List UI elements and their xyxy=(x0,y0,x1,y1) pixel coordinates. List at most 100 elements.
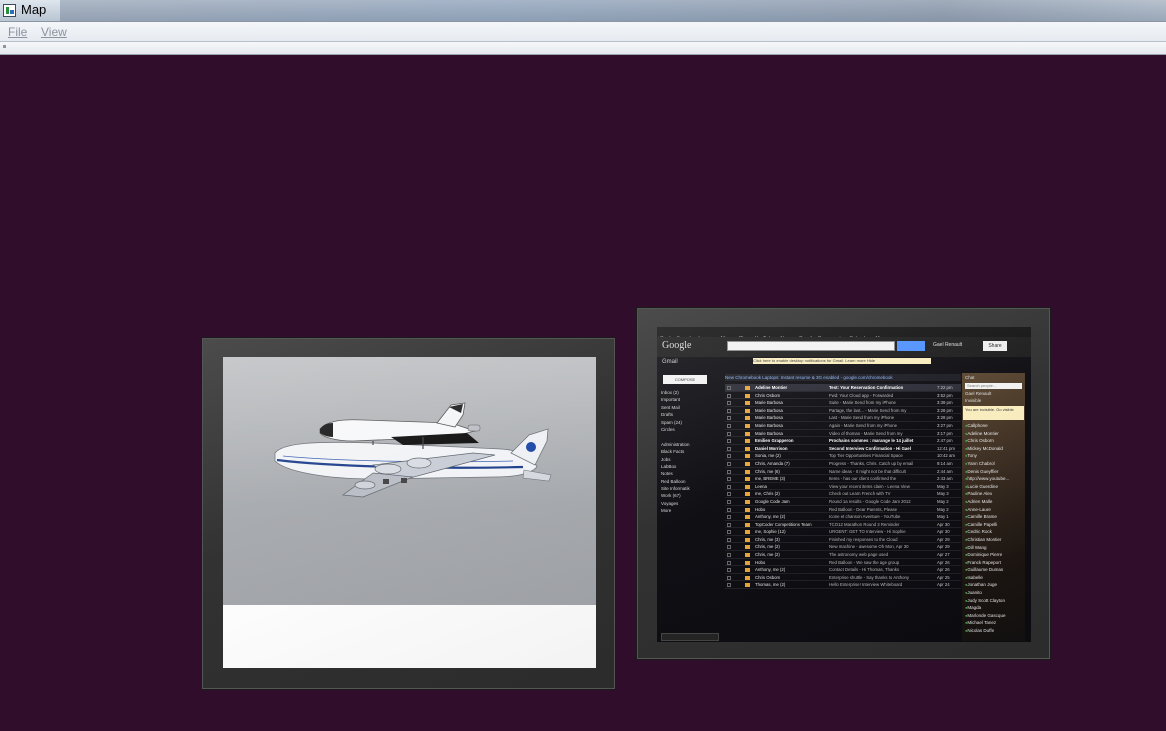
message-date: 3:39 pm xyxy=(937,400,953,406)
checkbox-icon xyxy=(727,545,731,550)
message-subject: Hello Enterprise! Interview Whiteboard xyxy=(829,582,903,588)
label-icon xyxy=(745,583,750,588)
message-date: May 2 xyxy=(937,498,949,504)
label-icon xyxy=(745,537,750,542)
checkbox-icon xyxy=(727,568,731,573)
message-subject: Suite - Marie Send from my iPhone xyxy=(829,400,896,406)
gmail-message-row: Thomas, me (2) Hello Enterprise! Intervie… xyxy=(725,581,961,590)
message-subject: URGENT: GET TO Interview - Hi Sophie xyxy=(829,529,906,535)
checkbox-icon xyxy=(727,401,731,406)
label-icon xyxy=(745,477,750,482)
gmail-message-row: Chris Osborn Enterprise shuttle - Say tha… xyxy=(725,574,961,582)
message-sender: me, BREME (3) xyxy=(755,476,786,482)
message-sender: Leena xyxy=(755,483,767,489)
gmail-message-row: Chris, me (3) Finished my responses to th… xyxy=(725,536,961,544)
label-icon xyxy=(745,386,750,390)
toolbar-grip-icon[interactable] xyxy=(3,45,6,48)
message-sender: me, Chris (2) xyxy=(755,491,780,497)
chat-contact: Denis Gueyffier xyxy=(962,468,1025,476)
message-sender: Sonia, me (2) xyxy=(755,453,781,459)
label-icon xyxy=(745,492,750,497)
message-subject: Contact Details - Hi Thomas, Thanks xyxy=(829,567,900,573)
label-icon xyxy=(745,515,750,520)
chat-contact: Adeline Montier xyxy=(962,430,1025,438)
message-subject: Second Interview Confirmation - Hi Gael xyxy=(829,445,911,451)
map-card-shuttle[interactable] xyxy=(202,338,615,689)
checkbox-icon xyxy=(727,393,731,398)
checkbox-icon xyxy=(727,461,731,466)
message-date: Apr 29 xyxy=(937,544,950,550)
gmail-folder-item: Sent Mail xyxy=(661,404,680,410)
chat-contact: Lucie Guerdine xyxy=(962,483,1025,491)
chat-contact: Callphone xyxy=(962,422,1025,430)
message-sender: Adeline Montier xyxy=(755,385,788,390)
message-sender: Marie Barbosa xyxy=(755,430,783,436)
message-date: 9:14 am xyxy=(937,460,953,466)
label-icon xyxy=(745,439,750,444)
gmail-message-row: Hobo Red Balloon - We saw the age group Ap… xyxy=(725,559,961,567)
gmail-message-row: Sonia, me (2) Top Tier Opportunities Fina… xyxy=(725,452,961,460)
message-sender: Chris, me (6) xyxy=(755,468,780,474)
gmail-folder-item: LabBox xyxy=(661,463,677,469)
chat-contact: Christian Montier xyxy=(962,536,1025,544)
label-icon xyxy=(745,560,750,565)
message-date: 3:52 pm xyxy=(937,392,953,398)
gmail-folder-item: More xyxy=(661,508,672,514)
checkbox-icon xyxy=(727,575,731,580)
menu-file[interactable]: File xyxy=(8,25,27,39)
message-date: 3:28 pm xyxy=(937,415,953,421)
message-date: Apr 29 xyxy=(937,536,950,542)
gmail-chat-panel: Chat Search people... Gael Renault Invis… xyxy=(962,373,1025,641)
gmail-message-row: Chris Osborn Fwd: Your Cloud app - Forwar… xyxy=(725,392,961,400)
message-date: 12:41 pm xyxy=(937,445,955,451)
gmail-message-row: Chris, me (6) Name ideas - It might not b… xyxy=(725,468,961,476)
chat-contact: Pauline Alex xyxy=(962,490,1025,498)
gmail-message-row: Marie Barbosa Last - Marie Send from my i… xyxy=(725,414,961,422)
checkbox-icon xyxy=(727,499,731,504)
chat-contact: Yann Chabrol xyxy=(962,460,1025,468)
message-sender: Marie Barbosa xyxy=(755,407,783,413)
message-date: Apr 24 xyxy=(937,582,950,588)
label-icon xyxy=(745,454,750,459)
gmail-message-row: Adeline Montier Test: Your Reservation Co… xyxy=(725,384,961,392)
message-date: Apr 30 xyxy=(937,529,950,535)
label-icon xyxy=(745,575,750,580)
chat-contact: Tony xyxy=(962,452,1025,460)
message-sender: me, Sophie (12) xyxy=(755,529,786,535)
gmail-screenshot: +GaelSearchImagesMapsPlayYouTubeNewsGmai… xyxy=(657,327,1031,642)
message-subject: Round 1a results - Google Code Jam 2012 xyxy=(829,498,911,504)
gmail-message-row: Marie Barbosa Suite - Marie Send from my … xyxy=(725,399,961,407)
gmail-folder-item: Inbox (2) xyxy=(661,390,679,395)
label-icon xyxy=(745,499,750,504)
gmail-message-row: Marie Barbosa Again - Marie Send from my … xyxy=(725,422,961,430)
window-title-bar[interactable]: Map xyxy=(0,0,1166,22)
map-card-gmail[interactable]: +GaelSearchImagesMapsPlayYouTubeNewsGmai… xyxy=(637,308,1050,659)
gmail-message-list: Adeline Montier Test: Your Reservation Co… xyxy=(725,384,961,637)
message-sender: Anthony, me (2) xyxy=(755,567,786,573)
gmail-message-row: Anthony, me (2) Contact Details - Hi Thom… xyxy=(725,566,961,574)
label-icon xyxy=(745,568,750,573)
message-subject: Last - Marie Send from my iPhone xyxy=(829,415,895,421)
message-sender: Daniel Morrison xyxy=(755,445,788,451)
gmail-folder-item: Red Balloon xyxy=(661,478,686,484)
gmail-folder-item xyxy=(661,433,721,440)
share-button: Share xyxy=(983,341,1007,351)
gmail-message-row: Daniel Morrison Second Interview Confirma… xyxy=(725,445,961,453)
label-icon xyxy=(745,553,750,558)
message-subject: Test: Your Reservation Confirmation xyxy=(829,385,904,390)
chat-contact: Franck Rapeport xyxy=(962,559,1025,567)
menu-view[interactable]: View xyxy=(41,25,67,39)
gmail-message-row: TopCoder Competitions Team TCO12 Marathon… xyxy=(725,521,961,529)
gmail-message-row: me, Chris (2) Check out Learn French with… xyxy=(725,490,961,498)
label-icon xyxy=(745,545,750,550)
gmail-folder-item: Work (67) xyxy=(661,493,681,499)
message-subject: Partage, the last... - Marie Send from m… xyxy=(829,407,907,413)
checkbox-icon xyxy=(727,492,731,497)
chat-contact: Dill Wang xyxy=(962,544,1025,552)
menu-file-label: File xyxy=(8,25,28,39)
toolbar xyxy=(0,42,1166,55)
gmail-message-row: Google Code Jam Round 1a results - Google… xyxy=(725,498,961,506)
label-icon xyxy=(745,469,750,474)
gmail-message-row: Chris, Amanda (7) Progress - Thanks, Chri… xyxy=(725,460,961,468)
message-subject: Finished my responses to the Cloud xyxy=(829,536,898,542)
